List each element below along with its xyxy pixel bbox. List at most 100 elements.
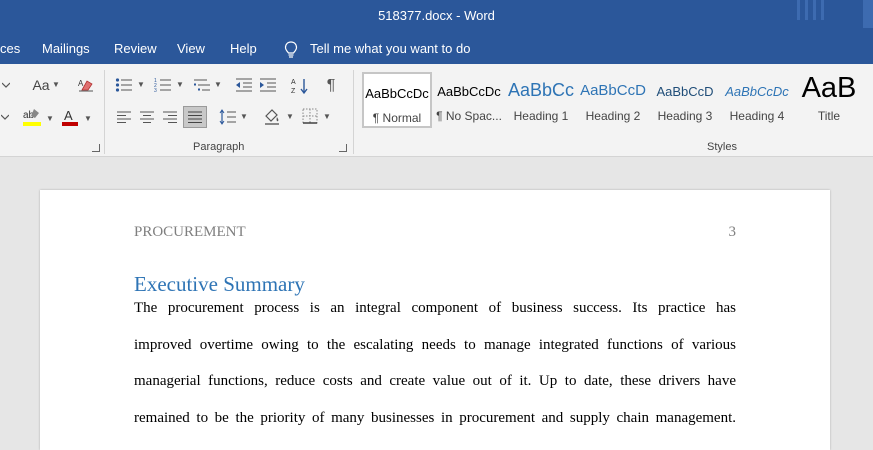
style-heading-2[interactable]: AaBbCcD Heading 2 bbox=[578, 72, 648, 128]
styles-group-label: Styles bbox=[707, 141, 737, 153]
style-sample: AaBbCcDc bbox=[725, 84, 789, 99]
menu-bar: ces Mailings Review View Help Tell me wh… bbox=[0, 34, 873, 64]
bullets-button[interactable] bbox=[114, 76, 134, 94]
numbered-list-icon: 1 2 3 bbox=[154, 78, 171, 93]
tab-references[interactable]: ces bbox=[0, 41, 20, 56]
decrease-indent-button[interactable] bbox=[234, 76, 254, 94]
align-left-icon bbox=[117, 111, 131, 123]
line-spacing-button[interactable] bbox=[218, 108, 238, 126]
group-divider bbox=[353, 70, 354, 154]
svg-text:A: A bbox=[64, 108, 73, 123]
section-heading: Executive Summary bbox=[134, 272, 305, 296]
justify-button[interactable] bbox=[183, 106, 207, 128]
title-bar: 518377.docx - Word bbox=[0, 0, 873, 34]
style-name: ¶ Normal bbox=[372, 111, 422, 125]
body-text-line: managerial functions, reduce costs and c… bbox=[134, 373, 736, 389]
body-text-line: remained to be the priority of many busi… bbox=[134, 410, 736, 426]
paragraph-group-label: Paragraph bbox=[193, 141, 245, 153]
decrease-indent-icon bbox=[236, 78, 252, 92]
borders-icon bbox=[302, 108, 318, 124]
font-color-icon: A bbox=[62, 108, 78, 126]
svg-text:A: A bbox=[291, 79, 296, 86]
tab-mailings[interactable]: Mailings bbox=[42, 41, 90, 56]
document-title: 518377.docx - Word bbox=[378, 8, 495, 23]
font-dialog-launcher[interactable] bbox=[92, 144, 100, 152]
tab-help[interactable]: Help bbox=[230, 41, 257, 56]
style-name: Heading 4 bbox=[729, 109, 785, 123]
style-sample: AaBbCcD bbox=[656, 84, 714, 99]
chevron-down-icon[interactable] bbox=[0, 108, 10, 126]
running-header: PROCUREMENT bbox=[134, 224, 246, 240]
show-formatting-marks-button[interactable]: ¶ bbox=[321, 76, 341, 96]
ribbon: Aa ▼ A ab ▼ A ▼ ▼ 1 2 3 ▼ ▼ A Z ¶ ▼ ▼ ▼ … bbox=[0, 64, 873, 157]
align-left-button[interactable] bbox=[114, 108, 134, 126]
clear-formatting-button[interactable]: A bbox=[76, 76, 96, 94]
style-sample: AaBbCc bbox=[507, 80, 575, 100]
align-center-icon bbox=[140, 111, 154, 123]
align-center-button[interactable] bbox=[137, 108, 157, 126]
style-name: Heading 3 bbox=[657, 109, 713, 123]
font-color-button[interactable]: A bbox=[60, 106, 80, 128]
shading-button[interactable] bbox=[262, 106, 282, 126]
title-bar-decoration bbox=[797, 0, 837, 20]
bullet-list-icon bbox=[115, 78, 132, 92]
align-right-icon bbox=[163, 111, 177, 123]
style-no-spacing[interactable]: AaBbCcDc ¶ No Spac... bbox=[434, 72, 504, 128]
change-case-button[interactable]: Aa bbox=[30, 76, 52, 94]
font-color-swatch bbox=[62, 122, 78, 126]
borders-button[interactable] bbox=[300, 106, 320, 126]
chevron-down-icon: ▼ bbox=[84, 114, 92, 123]
style-heading-4[interactable]: AaBbCcDc Heading 4 bbox=[722, 72, 792, 128]
style-sample: AaBbCcD bbox=[580, 82, 646, 99]
style-sample: AaBbCcDc bbox=[437, 84, 501, 99]
eraser-icon: A bbox=[78, 79, 93, 92]
tell-me-box[interactable]: Tell me what you want to do bbox=[282, 40, 482, 60]
group-divider bbox=[104, 70, 105, 154]
style-name: Heading 2 bbox=[585, 109, 641, 123]
text-highlight-button[interactable]: ab bbox=[20, 106, 44, 128]
chevron-down-icon: ▼ bbox=[240, 112, 248, 121]
chevron-down-icon: ▼ bbox=[323, 112, 331, 121]
style-normal[interactable]: AaBbCcDc ¶ Normal bbox=[362, 72, 432, 128]
lightbulb-icon bbox=[284, 41, 298, 58]
svg-text:3: 3 bbox=[154, 88, 157, 93]
svg-text:A: A bbox=[78, 79, 84, 88]
document-page[interactable]: PROCUREMENT 3 Executive Summary The proc… bbox=[40, 190, 830, 450]
tab-review[interactable]: Review bbox=[114, 41, 157, 56]
increase-indent-icon bbox=[260, 78, 276, 92]
style-heading-1[interactable]: AaBbCc Heading 1 bbox=[506, 72, 576, 128]
style-sample: AaB bbox=[801, 72, 857, 104]
page-number: 3 bbox=[728, 224, 737, 240]
numbering-button[interactable]: 1 2 3 bbox=[153, 76, 173, 94]
align-right-button[interactable] bbox=[160, 108, 180, 126]
multilevel-list-icon bbox=[194, 79, 210, 91]
chevron-down-icon: ▼ bbox=[176, 80, 184, 89]
line-spacing-icon bbox=[219, 109, 236, 125]
paint-bucket-icon bbox=[265, 109, 279, 125]
paragraph-dialog-launcher[interactable] bbox=[339, 144, 347, 152]
highlight-color-swatch bbox=[23, 122, 41, 126]
sort-button[interactable]: A Z bbox=[290, 76, 310, 96]
tab-view[interactable]: View bbox=[177, 41, 205, 56]
style-name: ¶ No Spac... bbox=[436, 109, 502, 123]
chevron-down-icon: ▼ bbox=[46, 114, 54, 123]
chevron-down-icon: ▼ bbox=[214, 80, 222, 89]
font-size-decrease-edge[interactable] bbox=[0, 76, 12, 94]
style-title[interactable]: AaB Title bbox=[794, 72, 864, 128]
style-heading-3[interactable]: AaBbCcD Heading 3 bbox=[650, 72, 720, 128]
style-sample: AaBbCcDc bbox=[365, 86, 429, 101]
svg-text:Z: Z bbox=[291, 88, 296, 95]
style-name: Title bbox=[817, 109, 841, 123]
style-name: Heading 1 bbox=[513, 109, 569, 123]
multilevel-list-button[interactable] bbox=[192, 76, 212, 94]
window-control-edge[interactable] bbox=[863, 0, 873, 28]
chevron-down-icon: ▼ bbox=[286, 112, 294, 121]
chevron-down-icon: ▼ bbox=[52, 80, 60, 89]
justify-icon bbox=[188, 111, 202, 123]
chevron-down-icon: ▼ bbox=[137, 80, 145, 89]
increase-indent-button[interactable] bbox=[258, 76, 278, 94]
body-text-line: The procurement process is an integral c… bbox=[134, 300, 736, 316]
body-text-line: improved overtime owing to the escalatin… bbox=[134, 337, 736, 353]
sort-icon: A Z bbox=[291, 79, 308, 95]
highlighter-icon: ab bbox=[23, 109, 41, 126]
